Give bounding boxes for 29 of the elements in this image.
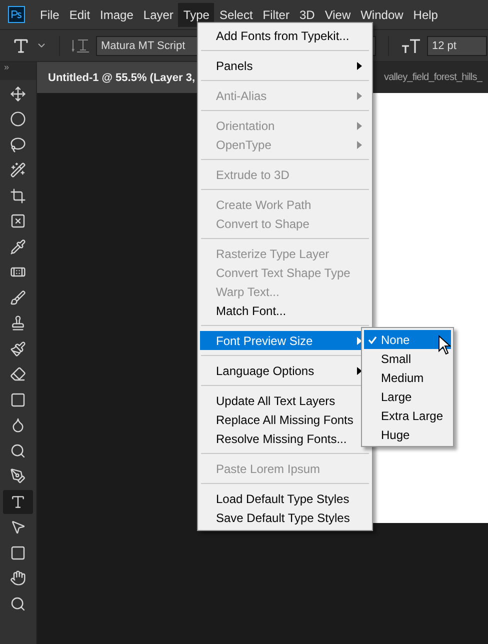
submenu-arrow-icon — [357, 366, 362, 374]
submenu-arrow-icon — [357, 62, 362, 70]
submenu-item[interactable]: Huge — [364, 425, 451, 444]
menu-item[interactable]: Load Default Type Styles — [200, 489, 370, 508]
menu-title[interactable]: File — [35, 2, 64, 26]
submenu-arrow-icon — [357, 140, 362, 148]
app-logo-icon[interactable] — [8, 6, 25, 23]
menu-item[interactable]: Match Font... — [200, 301, 370, 320]
submenu-arrow-icon — [357, 122, 362, 130]
font-size-field[interactable]: 12 pt — [427, 36, 487, 56]
menu-title[interactable]: Help — [408, 2, 443, 26]
submenu-arrow-icon — [357, 92, 362, 100]
menu-title[interactable]: Type — [178, 2, 214, 26]
menu-title[interactable]: Image — [95, 2, 138, 26]
mouse-cursor-icon — [438, 335, 451, 355]
type-icon[interactable] — [3, 490, 33, 514]
type-tool-icon[interactable] — [12, 36, 30, 54]
menu-title[interactable]: Layer — [138, 2, 178, 26]
submenu-item[interactable]: Large — [364, 387, 451, 406]
menu-title[interactable]: Window — [356, 2, 408, 26]
menu-item[interactable]: Add Fonts from Typekit... — [200, 26, 370, 45]
text-orientation-icon[interactable] — [72, 38, 90, 54]
submenu-item[interactable]: Extra Large — [364, 406, 451, 425]
menu-item[interactable]: Save Default Type Styles — [200, 508, 370, 527]
submenu-arrow-icon — [357, 336, 362, 344]
collapse-icon[interactable]: » — [0, 62, 36, 80]
submenu-item[interactable]: None — [364, 330, 451, 349]
menu-title[interactable]: Edit — [64, 2, 96, 26]
font-size-icon — [401, 38, 421, 54]
